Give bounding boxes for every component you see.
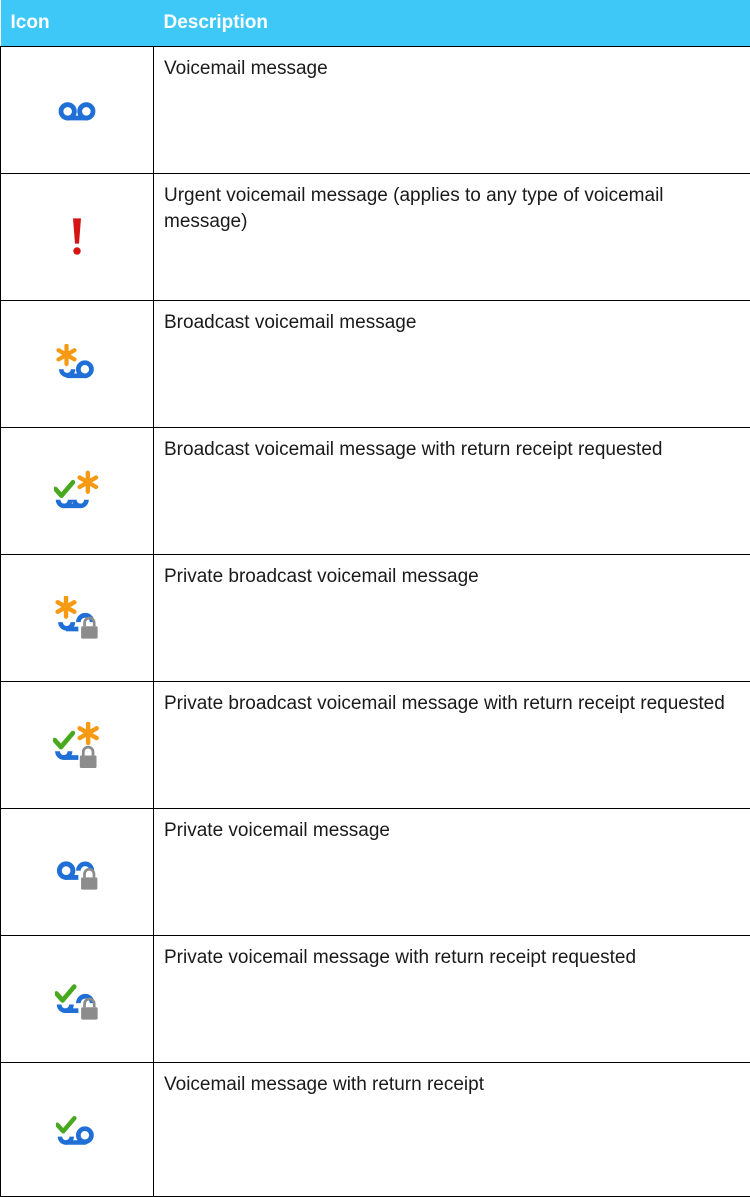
icon-cell (1, 47, 154, 174)
description-text: Urgent voicemail message (applies to any… (164, 183, 742, 235)
table-row: Private voicemail message (1, 809, 750, 936)
icon-cell (1, 936, 154, 1063)
table-row: Broadcast voicemail message with return … (1, 428, 750, 555)
description-text: Broadcast voicemail message with return … (164, 437, 742, 463)
table-row: Private voicemail message with return re… (1, 936, 750, 1063)
table-row: Private broadcast voicemail message (1, 555, 750, 682)
private-voicemail-icon (55, 853, 99, 891)
voicemail-icon (57, 94, 97, 126)
description-text: Voicemail message with return receipt (164, 1072, 742, 1098)
description-cell: Voicemail message (154, 47, 750, 174)
description-text: Voicemail message (164, 56, 742, 82)
table-row: Voicemail message (1, 47, 750, 174)
description-cell: Urgent voicemail message (applies to any… (154, 174, 750, 301)
broadcast-return-receipt-icon (54, 470, 100, 512)
description-cell: Private voicemail message (154, 809, 750, 936)
icon-cell (1, 555, 154, 682)
voicemail-return-receipt-icon (56, 1110, 98, 1150)
description-cell: Private broadcast voicemail message with… (154, 682, 750, 809)
icon-legend-table: Icon Description Voicemail message (0, 0, 750, 1197)
private-return-receipt-icon (55, 977, 99, 1021)
private-broadcast-return-receipt-icon (53, 722, 101, 768)
description-text: Broadcast voicemail message (164, 310, 742, 336)
icon-column-header: Icon (1, 0, 154, 47)
table-row: Private broadcast voicemail message with… (1, 682, 750, 809)
icon-cell (1, 301, 154, 428)
description-text: Private voicemail message (164, 818, 742, 844)
description-text: Private broadcast voicemail message with… (164, 691, 742, 717)
icon-cell (1, 174, 154, 301)
header-row: Icon Description (1, 0, 750, 47)
description-text: Private broadcast voicemail message (164, 564, 742, 590)
broadcast-voicemail-icon (56, 344, 98, 384)
urgent-icon (69, 217, 85, 257)
description-cell: Broadcast voicemail message with return … (154, 428, 750, 555)
icon-cell (1, 1063, 154, 1197)
icon-cell (1, 428, 154, 555)
description-cell: Private voicemail message with return re… (154, 936, 750, 1063)
table-row: Voicemail message with return receipt (1, 1063, 750, 1197)
table-row: Urgent voicemail message (applies to any… (1, 174, 750, 301)
private-broadcast-icon (55, 596, 99, 640)
description-column-header: Description (154, 0, 750, 47)
description-text: Private voicemail message with return re… (164, 945, 742, 971)
icon-cell (1, 809, 154, 936)
description-cell: Broadcast voicemail message (154, 301, 750, 428)
table-row: Broadcast voicemail message (1, 301, 750, 428)
description-cell: Private broadcast voicemail message (154, 555, 750, 682)
icon-cell (1, 682, 154, 809)
description-cell: Voicemail message with return receipt (154, 1063, 750, 1197)
